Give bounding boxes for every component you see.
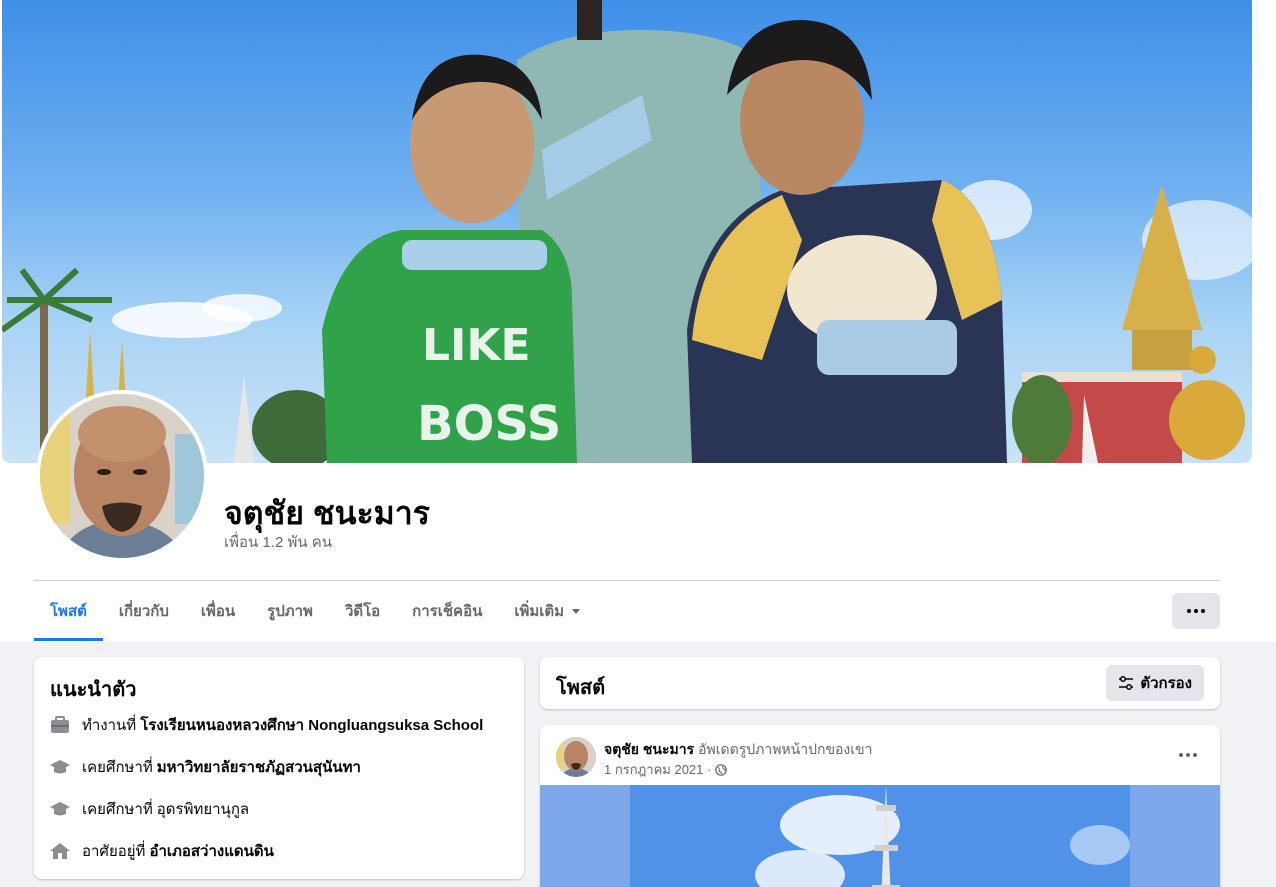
- profile-header: LIKE BOSS จตุชัย ชนะมาร เพื่อน 1.2 พัน ค…: [0, 0, 1276, 642]
- post-author-name[interactable]: จตุชัย ชนะมาร: [604, 741, 694, 757]
- tab-photos-label: รูปภาพ: [267, 603, 313, 620]
- svg-text:BOSS: BOSS: [417, 396, 561, 452]
- tab-friends[interactable]: เพื่อน: [185, 581, 251, 641]
- caret-down-icon: [572, 608, 581, 614]
- intro-education-1: เคยศึกษาที่ มหาวิทยาลัยราชภัฏสวนสุนันทา: [50, 755, 361, 779]
- intro-education-2-value[interactable]: อุดรพิทยานุกูล: [157, 797, 249, 821]
- post-card: จตุชัย ชนะมาร อัพเดตรูปภาพหน้าปกของเขา 1 …: [540, 725, 1220, 887]
- more-dot: [1194, 609, 1198, 613]
- posts-header-card: โพสต์ ตัวกรอง: [540, 657, 1220, 709]
- tab-about-label: เกี่ยวกับ: [118, 603, 169, 620]
- cover-photo[interactable]: LIKE BOSS: [2, 0, 1252, 463]
- intro-work-prefix: ทำงานที่: [82, 717, 137, 734]
- intro-education-2: เคยศึกษาที่ อุดรพิทยานุกูล: [50, 797, 249, 821]
- tab-checkins[interactable]: การเช็คอิน: [396, 581, 498, 641]
- intro-work: ทำงานที่ โรงเรียนหนองหลวงศึกษา Nongluang…: [50, 713, 483, 737]
- avatar: [40, 394, 204, 558]
- post-image-art: [540, 785, 1220, 887]
- home-icon: [50, 841, 70, 861]
- post-image[interactable]: [540, 785, 1220, 887]
- intro-home-prefix: อาศัยอยู่ที่: [82, 843, 146, 860]
- profile-tabs: โพสต์ เกี่ยวกับ เพื่อน รูปภาพ วิดีโอ การ…: [34, 581, 596, 641]
- intro-card: แนะนำตัว ทำงานที่ โรงเรียนหนองหลวงศึกษา …: [34, 657, 524, 879]
- friends-count[interactable]: เพื่อน 1.2 พัน คน: [224, 530, 332, 554]
- filter-button[interactable]: ตัวกรอง: [1106, 665, 1204, 701]
- tab-posts[interactable]: โพสต์: [34, 581, 103, 641]
- filter-sliders-icon: [1119, 676, 1134, 690]
- intro-title: แนะนำตัว: [50, 679, 137, 701]
- tab-photos[interactable]: รูปภาพ: [251, 581, 329, 641]
- briefcase-icon: [50, 715, 70, 735]
- post-options-button[interactable]: [1170, 741, 1206, 769]
- tab-more[interactable]: เพิ่มเติม: [498, 581, 596, 641]
- tab-more-label: เพิ่มเติม: [514, 603, 565, 620]
- intro-home-value[interactable]: อำเภอสว่างแดนดิน: [149, 839, 273, 863]
- intro-education-1-prefix: เคยศึกษาที่: [82, 759, 153, 776]
- tab-posts-label: โพสต์: [50, 603, 87, 620]
- tab-about[interactable]: เกี่ยวกับ: [103, 581, 185, 641]
- post-action-text: อัพเดตรูปภาพหน้าปกของเขา: [698, 741, 873, 757]
- filter-label: ตัวกรอง: [1140, 675, 1192, 692]
- more-dot: [1186, 753, 1190, 757]
- posts-title: โพสต์: [556, 677, 606, 699]
- tab-friends-label: เพื่อน: [200, 603, 236, 620]
- tab-checkins-label: การเช็คอิน: [412, 603, 483, 620]
- graduation-cap-icon: [50, 799, 70, 819]
- post-date-line: 1 กรกฎาคม 2021 ·: [604, 759, 728, 780]
- more-dots-icon: [1179, 753, 1183, 757]
- intro-work-value[interactable]: โรงเรียนหนองหลวงศึกษา Nongluangsuksa Sch…: [140, 713, 483, 737]
- post-author-avatar[interactable]: [556, 737, 596, 777]
- avatar-photo: [40, 394, 204, 558]
- post-avatar-photo: [556, 737, 596, 777]
- post-date[interactable]: 1 กรกฎาคม 2021 ·: [604, 759, 711, 780]
- profile-avatar[interactable]: [36, 390, 208, 562]
- tab-videos[interactable]: วิดีโอ: [329, 581, 396, 641]
- globe-icon: [715, 763, 728, 776]
- profile-more-button[interactable]: [1172, 593, 1220, 629]
- cover-photo-art: LIKE BOSS: [2, 0, 1252, 463]
- intro-education-1-value[interactable]: มหาวิทยาลัยราชภัฏสวนสุนันทา: [157, 755, 361, 779]
- post-header-line: จตุชัย ชนะมาร อัพเดตรูปภาพหน้าปกของเขา: [604, 739, 872, 761]
- graduation-cap-icon: [50, 757, 70, 777]
- svg-text:LIKE: LIKE: [422, 320, 531, 371]
- intro-education-2-prefix: เคยศึกษาที่: [82, 801, 153, 818]
- more-dot: [1201, 609, 1205, 613]
- intro-home: อาศัยอยู่ที่ อำเภอสว่างแดนดิน: [50, 839, 274, 863]
- more-dot: [1193, 753, 1197, 757]
- tab-videos-label: วิดีโอ: [344, 603, 381, 620]
- more-dots-icon: [1187, 609, 1191, 613]
